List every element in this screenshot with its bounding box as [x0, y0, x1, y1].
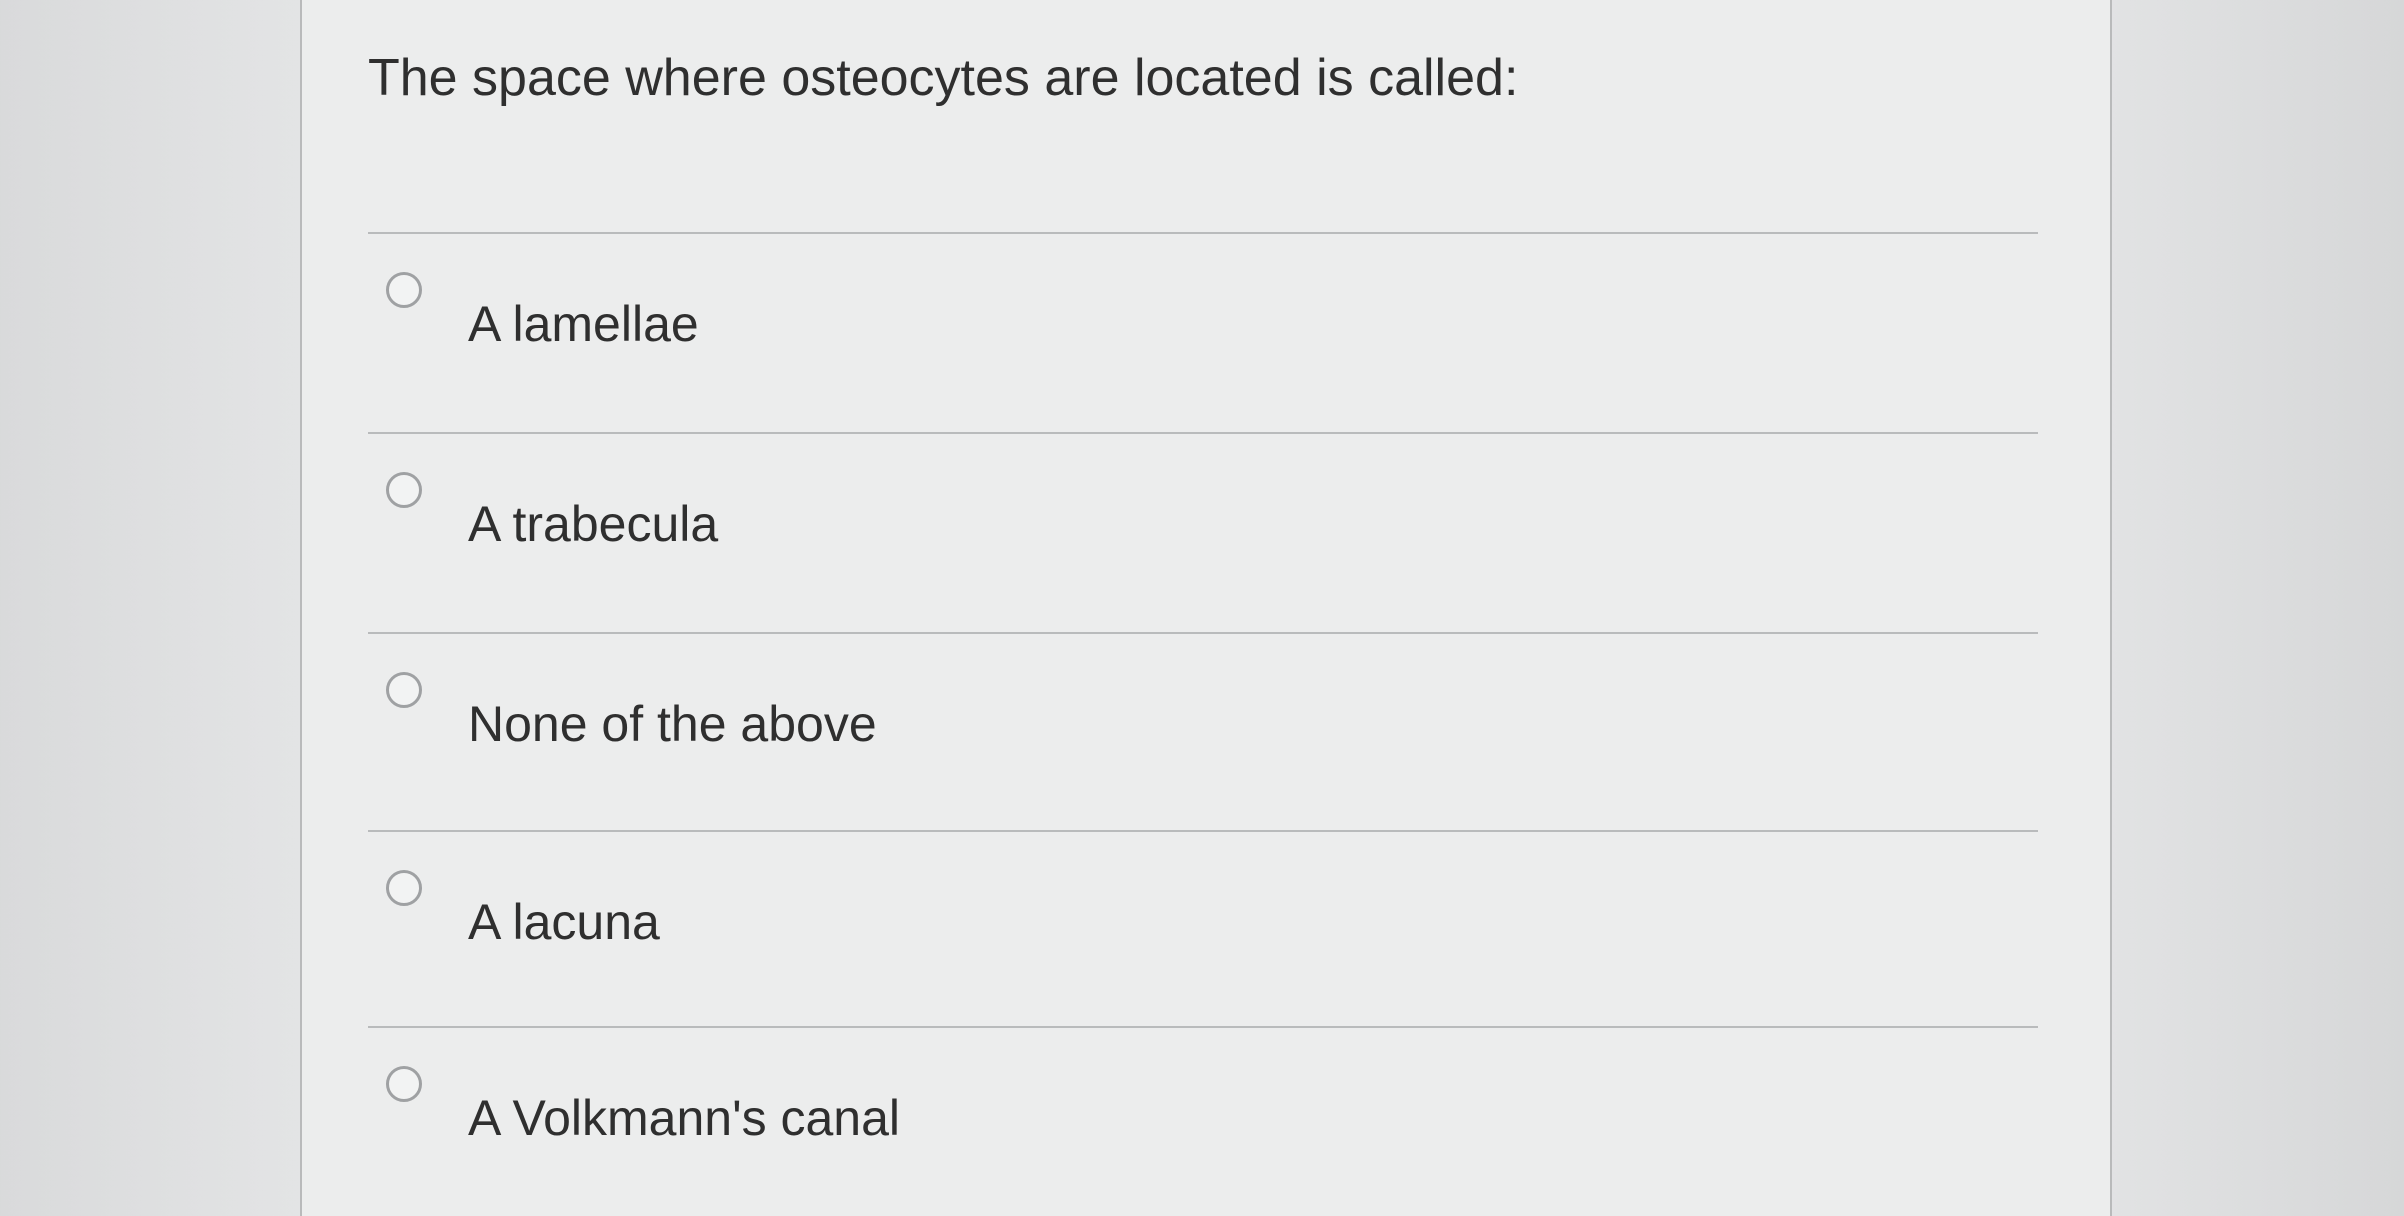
option-a-volkmanns-canal[interactable]: A Volkmann's canal — [368, 1066, 2038, 1186]
divider — [368, 232, 2038, 234]
radio-unchecked-icon[interactable] — [386, 870, 422, 906]
option-a-lacuna[interactable]: A lacuna — [368, 870, 2038, 990]
option-label: A Volkmann's canal — [468, 1090, 901, 1146]
option-a-trabecula[interactable]: A trabecula — [368, 472, 2038, 592]
divider — [368, 1026, 2038, 1028]
question-text: The space where osteocytes are located i… — [368, 49, 1519, 107]
radio-unchecked-icon[interactable] — [386, 272, 422, 308]
option-label: A lacuna — [468, 894, 660, 950]
option-label: None of the above — [468, 696, 877, 752]
divider — [368, 830, 2038, 832]
option-label: A trabecula — [468, 496, 719, 552]
option-a-lamellae[interactable]: A lamellae — [368, 272, 2038, 392]
radio-unchecked-icon[interactable] — [386, 1066, 422, 1102]
divider — [368, 632, 2038, 634]
radio-unchecked-icon[interactable] — [386, 472, 422, 508]
radio-unchecked-icon[interactable] — [386, 672, 422, 708]
option-none-of-the-above[interactable]: None of the above — [368, 672, 2038, 792]
divider — [368, 432, 2038, 434]
option-label: A lamellae — [468, 296, 699, 352]
question-panel: The space where osteocytes are located i… — [300, 0, 2112, 1216]
